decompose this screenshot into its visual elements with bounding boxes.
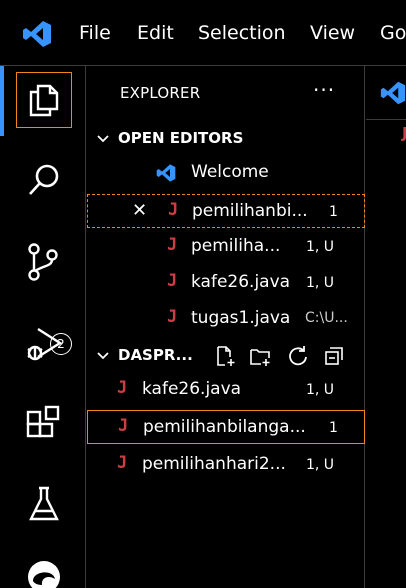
run-debug-icon [27,327,63,361]
folder-header[interactable]: DASPR... [87,343,365,369]
files-icon [29,84,59,117]
file-path: C:\U... [305,310,348,326]
new-file-icon[interactable] [214,345,236,367]
open-editor-name: pemilihanbi... [192,201,308,221]
explorer-title: EXPLORER [120,84,201,102]
more-actions-icon[interactable]: ··· [313,78,335,102]
refresh-icon[interactable] [287,345,309,367]
edge-browser-icon [28,561,60,588]
open-editor-name: Welcome [191,162,269,182]
open-editor-pemilihanbi[interactable]: ✕ J pemilihanbi... 1 [87,194,365,228]
title-bar: File Edit Selection View Go [0,0,406,66]
edge-activity-button[interactable] [16,546,72,588]
welcome-tab-icon [380,81,406,105]
file-pemilihanbilangan[interactable]: J pemilihanbilanga... 1 [87,410,365,444]
collapse-all-icon[interactable] [323,345,345,367]
open-editors-label: OPEN EDITORS [118,129,244,147]
java-file-icon: J [117,378,128,398]
menu-edit[interactable]: Edit [137,22,174,44]
problem-status: 1, U [306,275,335,291]
java-file-icon: J [167,235,178,255]
file-name: kafe26.java [142,379,242,399]
java-file-icon: J [167,307,178,327]
vscode-file-icon [156,164,176,182]
testing-activity-button[interactable] [16,476,72,532]
editor-tab-strip[interactable] [366,66,406,120]
open-editors-header[interactable]: OPEN EDITORS [87,126,365,152]
search-icon [29,164,59,195]
active-indicator [0,66,4,136]
chevron-down-icon [97,135,109,143]
problem-status: 1 [329,420,338,436]
editor-area: J [366,66,406,588]
java-file-icon: J [168,200,179,220]
open-editor-kafe26[interactable]: J kafe26.java 1, U [87,266,365,300]
source-control-activity-button[interactable] [16,234,72,290]
open-editor-name: pemiliha... [191,236,281,256]
file-name: pemilihanbilanga... [143,417,306,437]
explorer-activity-button[interactable] [16,72,72,128]
file-name: pemilihanhari2... [142,454,286,474]
run-debug-activity-button[interactable] [16,316,72,372]
flask-icon [29,486,59,521]
problem-status: 1, U [306,382,335,398]
source-control-icon [28,243,58,281]
menu-go[interactable]: Go [380,22,406,44]
open-editor-pemiliha[interactable]: J pemiliha... 1, U [87,230,365,264]
problem-status: 1, U [306,457,335,473]
extensions-icon [26,405,60,438]
explorer-sidebar: EXPLORER ··· OPEN EDITORS Welcome ✕ J pe… [87,66,365,588]
open-editor-tugas1[interactable]: J tugas1.java C:\U... [87,302,365,336]
open-editor-name: kafe26.java [191,272,291,292]
new-folder-icon[interactable] [249,345,271,367]
extensions-activity-button[interactable] [16,396,72,452]
breadcrumb-java-icon: J [402,124,406,142]
menu-selection[interactable]: Selection [198,22,286,44]
java-file-icon: J [118,416,129,436]
chevron-down-icon [97,352,109,360]
menu-view[interactable]: View [310,22,355,44]
vscode-logo-icon [23,21,51,47]
open-editor-welcome[interactable]: Welcome [87,156,365,190]
menu-file[interactable]: File [79,22,111,44]
activity-bar: 2 [0,66,86,588]
close-icon[interactable]: ✕ [132,200,147,221]
folder-label: DASPR... [118,346,193,364]
java-file-icon: J [167,271,178,291]
problem-status: 1, U [306,239,335,255]
search-activity-button[interactable] [16,152,72,208]
file-pemilihanhari[interactable]: J pemilihanhari2... 1, U [87,448,365,482]
file-kafe26[interactable]: J kafe26.java 1, U [87,373,365,407]
java-file-icon: J [117,453,128,473]
open-editor-name: tugas1.java [191,308,291,328]
problem-status: 1 [329,204,338,220]
